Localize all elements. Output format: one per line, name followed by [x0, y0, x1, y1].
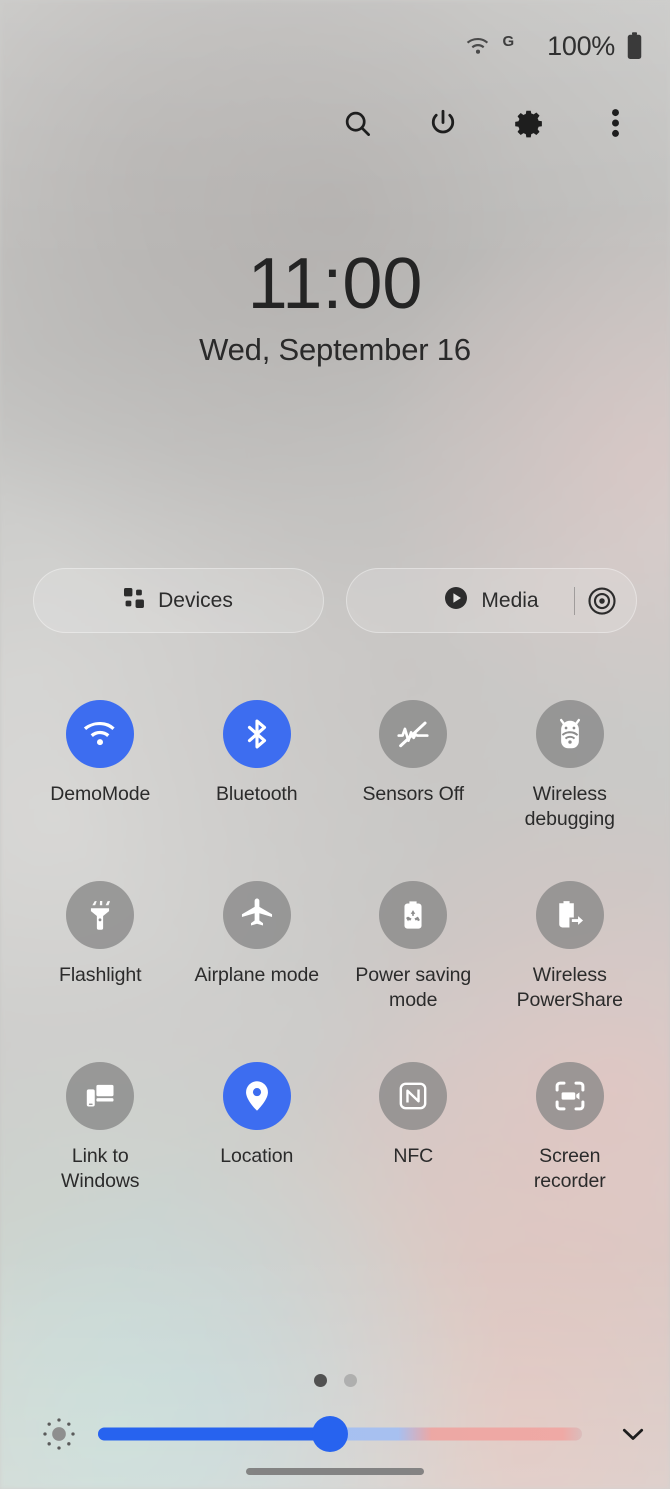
gesture-home-bar[interactable] [246, 1468, 424, 1475]
slider-thumb[interactable] [312, 1416, 349, 1452]
sensors-off-icon [397, 721, 429, 748]
tile-demomode[interactable]: DemoMode [22, 700, 179, 832]
wifi-icon [84, 721, 115, 746]
tile-icon-wrap [379, 700, 448, 768]
page-dot-1[interactable] [313, 1374, 327, 1387]
devices-button[interactable]: Devices [33, 568, 324, 633]
devices-label: Devices [158, 588, 233, 612]
status-bar: G 100% [0, 0, 670, 92]
brightness-sun-icon [28, 1414, 90, 1454]
tile-icon-wrap [222, 880, 291, 949]
clock-date: Wed, September 16 [199, 332, 471, 368]
airplane-icon [241, 898, 272, 926]
tile-link-to-windows[interactable]: Link to Windows [22, 1061, 179, 1194]
slider-fill [98, 1427, 331, 1441]
wifi-icon [465, 33, 491, 59]
tile-icon-wrap [222, 1061, 291, 1130]
battery-share-icon [558, 901, 583, 928]
network-type-label: G [502, 32, 515, 50]
tile-label: Wireless PowerShare [516, 963, 623, 1011]
tile-icon-wrap [66, 700, 135, 768]
expand-brightness-button[interactable] [596, 1418, 670, 1450]
tile-label: Sensors Off [362, 783, 464, 805]
page-dot-2[interactable] [343, 1374, 357, 1387]
screen-record-icon [555, 1081, 585, 1111]
brightness-row [0, 1406, 670, 1462]
settings-button[interactable] [508, 102, 550, 144]
media-divider [573, 587, 575, 615]
tile-icon-wrap [535, 700, 604, 768]
clock-time: 11:00 [247, 244, 423, 324]
tile-icon-wrap [379, 1061, 448, 1130]
tile-icon-wrap [66, 1061, 135, 1130]
tile-icon-wrap [535, 880, 604, 949]
tile-label: Bluetooth [216, 783, 298, 805]
tile-icon-wrap [535, 1061, 604, 1130]
flashlight-icon [91, 900, 111, 930]
tile-label: Flashlight [59, 963, 142, 986]
tile-power-saving-mode[interactable]: Power saving mode [335, 880, 492, 1013]
tile-icon-wrap [222, 700, 291, 768]
tile-location[interactable]: Location [179, 1061, 336, 1194]
panel-action-bar [0, 92, 670, 154]
tile-flashlight[interactable]: Flashlight [22, 880, 179, 1013]
play-icon [444, 586, 468, 615]
tile-wireless-debugging[interactable]: Wireless debugging [492, 700, 649, 832]
tile-airplane-mode[interactable]: Airplane mode [179, 880, 336, 1013]
tile-label: Power saving mode [355, 963, 472, 1011]
clock-block[interactable]: 11:00 Wed, September 16 [0, 244, 670, 368]
location-pin-icon [245, 1081, 268, 1111]
more-options-button[interactable] [594, 102, 636, 144]
tile-label: DemoMode [50, 783, 151, 805]
phone-monitor-icon [87, 1084, 114, 1107]
tile-label: Location [220, 1144, 294, 1167]
chevron-down-icon [622, 1428, 644, 1440]
tile-label: NFC [393, 1144, 434, 1167]
tile-screen-recorder[interactable]: Screen recorder [492, 1061, 649, 1194]
tile-label: Wireless debugging [524, 783, 615, 830]
nfc-icon [399, 1082, 427, 1110]
page-indicator [0, 1374, 670, 1387]
quick-settings-tiles: DemoMode Bluetooth Sensors Off Wireless … [22, 700, 648, 1194]
media-button[interactable]: Media [346, 568, 637, 633]
battery-percent-label: 100% [547, 30, 615, 61]
battery-recycle-icon [404, 901, 422, 929]
tile-bluetooth[interactable]: Bluetooth [179, 700, 336, 832]
tile-label: Screen recorder [533, 1144, 606, 1192]
quick-settings-panel: G 100% 11:00 Wed, September 16 Devices M… [0, 0, 670, 1489]
sun-icon [43, 1418, 75, 1450]
battery-full-icon [627, 32, 642, 60]
media-output-icon[interactable] [586, 585, 618, 617]
brightness-slider[interactable] [98, 1416, 582, 1452]
tile-label: Link to Windows [61, 1144, 140, 1192]
media-label: Media [481, 588, 539, 612]
tile-icon-wrap [66, 880, 135, 949]
tile-sensors-off[interactable]: Sensors Off [335, 700, 492, 832]
tile-nfc[interactable]: NFC [335, 1061, 492, 1194]
bluetooth-icon [247, 719, 266, 749]
tile-wireless-powershare[interactable]: Wireless PowerShare [492, 880, 649, 1013]
tile-icon-wrap [379, 880, 448, 949]
tile-label: Airplane mode [194, 963, 320, 986]
search-button[interactable] [336, 102, 378, 144]
android-debug-icon [559, 718, 580, 749]
grid-4-icon [124, 587, 145, 614]
pill-row: Devices Media [33, 568, 637, 633]
power-button[interactable] [422, 102, 464, 144]
